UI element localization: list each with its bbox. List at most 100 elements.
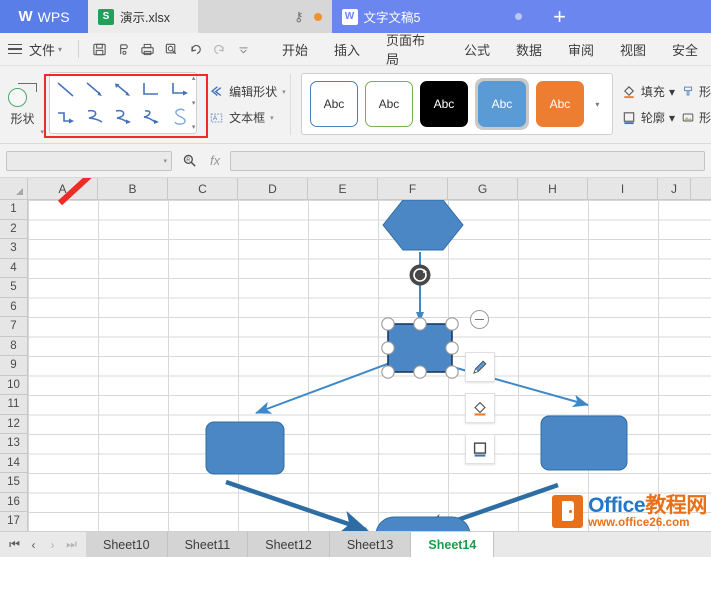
print-preview-icon[interactable] <box>111 38 135 60</box>
gallery-item-curved-arrow-connector[interactable] <box>109 103 137 130</box>
column-header-a[interactable]: A <box>28 178 98 199</box>
menu-item-view[interactable]: 视图 <box>607 40 659 59</box>
fill-bucket-icon[interactable] <box>465 393 495 423</box>
gallery-scrollbar[interactable]: ▴ ▾ ▾ <box>188 72 199 134</box>
key-icon[interactable]: ⚷ <box>294 9 304 25</box>
document-tab-excel[interactable]: S 演示.xlsx <box>88 0 198 33</box>
style-swatch-5[interactable]: Abc <box>535 81 584 127</box>
column-header-g[interactable]: G <box>448 178 518 199</box>
shape-chevron-down-icon[interactable]: ▾ <box>41 128 45 136</box>
file-menu-button[interactable]: 文件 <box>29 40 55 59</box>
shape-styles-more-icon[interactable]: ▾ <box>591 73 604 135</box>
outline-icon[interactable] <box>465 434 495 464</box>
row-header-14[interactable]: 14 <box>0 454 27 473</box>
prev-sheet-icon[interactable]: ‹ <box>25 536 42 553</box>
brush-icon[interactable] <box>465 352 495 382</box>
gallery-item-line-arrow[interactable] <box>80 76 108 103</box>
sheet-tab-sheet12[interactable]: Sheet12 <box>248 532 330 557</box>
column-header-d[interactable]: D <box>238 178 308 199</box>
row-header-1[interactable]: 1 <box>0 200 27 220</box>
menu-item-review[interactable]: 审阅 <box>555 40 607 59</box>
gallery-item-line-plain[interactable] <box>52 76 80 103</box>
row-header-12[interactable]: 12 <box>0 415 27 434</box>
next-sheet-icon[interactable]: › <box>44 536 61 553</box>
column-header-j[interactable]: J <box>658 178 691 199</box>
menu-hamburger-icon[interactable] <box>8 43 22 55</box>
name-box[interactable]: ▾ <box>6 150 172 171</box>
column-header-i[interactable]: I <box>588 178 658 199</box>
first-sheet-icon[interactable]: ⏮ <box>6 536 23 553</box>
shape-styles-gallery[interactable]: Abc Abc Abc Abc Abc ▾ <box>300 73 613 136</box>
style-swatch-4-selected-wrap[interactable]: Abc <box>474 78 529 130</box>
connector-shape-gallery[interactable]: ▴ ▾ ▾ <box>49 72 199 137</box>
row-header-7[interactable]: 7 <box>0 317 27 337</box>
gallery-item-line-double-arrow[interactable] <box>109 76 137 103</box>
row-header-6[interactable]: 6 <box>0 298 27 317</box>
shape-effects-button[interactable]: 形 <box>681 83 711 100</box>
minus-circle-icon[interactable] <box>470 310 489 329</box>
gallery-item-curved-arrow-2[interactable] <box>137 103 165 130</box>
row-header-3[interactable]: 3 <box>0 239 27 259</box>
select-all-corner[interactable] <box>0 178 28 199</box>
fill-button[interactable]: 填充 ▾ <box>621 83 675 100</box>
column-header-e[interactable]: E <box>308 178 378 199</box>
name-box-chevron-down-icon[interactable]: ▾ <box>163 157 167 165</box>
menu-item-data[interactable]: 数据 <box>503 40 555 59</box>
document-tab-word[interactable]: W 文字文稿5 <box>331 0 532 33</box>
column-header-h[interactable]: H <box>518 178 588 199</box>
undo-icon[interactable] <box>183 38 207 60</box>
row-header-10[interactable]: 10 <box>0 376 27 395</box>
gallery-scroll-up-icon[interactable]: ▴ <box>192 75 196 82</box>
menu-item-formula[interactable]: 公式 <box>451 40 503 59</box>
sheet-tab-sheet11[interactable]: Sheet11 <box>167 532 249 557</box>
search-icon[interactable]: R <box>178 153 200 168</box>
style-swatch-2[interactable]: Abc <box>364 81 413 127</box>
cell-area[interactable]: Office教程网 www.office26.com <box>28 200 711 531</box>
row-header-5[interactable]: 5 <box>0 278 27 298</box>
edit-shape-chevron-down-icon[interactable]: ▾ <box>282 88 286 96</box>
column-header-f[interactable]: F <box>378 178 448 199</box>
row-header-11[interactable]: 11 <box>0 395 27 415</box>
column-header-c[interactable]: C <box>168 178 238 199</box>
row-header-13[interactable]: 13 <box>0 434 27 454</box>
outline-button[interactable]: 轮廓 ▾ <box>621 109 675 126</box>
menu-item-insert[interactable]: 插入 <box>321 40 373 59</box>
file-menu-chevron-down-icon[interactable]: ▾ <box>58 45 62 54</box>
sheet-tab-sheet14[interactable]: Sheet14 <box>411 532 495 557</box>
style-swatch-3[interactable]: Abc <box>419 81 468 127</box>
find-icon[interactable] <box>159 38 183 60</box>
gallery-item-elbow-arrow-2[interactable] <box>52 103 80 130</box>
customize-toolbar-icon[interactable] <box>231 38 255 60</box>
wps-logo-button[interactable]: W WPS <box>0 0 88 33</box>
new-tab-button[interactable]: + <box>531 0 588 33</box>
last-sheet-icon[interactable]: ⏭ <box>63 536 80 553</box>
column-header-b[interactable]: B <box>98 178 168 199</box>
sheet-tab-sheet10[interactable]: Sheet10 <box>86 532 168 557</box>
print-icon[interactable] <box>135 38 159 60</box>
sheet-tab-sheet13[interactable]: Sheet13 <box>329 532 412 557</box>
gallery-item-elbow-connector[interactable] <box>137 76 165 103</box>
row-header-8[interactable]: 8 <box>0 337 27 356</box>
gallery-item-curved-connector[interactable] <box>80 103 108 130</box>
style-swatch-1[interactable]: Abc <box>309 81 358 127</box>
menu-item-page-layout[interactable]: 页面布局 <box>373 30 451 68</box>
function-label[interactable]: fx <box>206 153 224 168</box>
gallery-expand-icon[interactable]: ▾ <box>192 124 196 131</box>
gallery-scroll-down-icon[interactable]: ▾ <box>192 100 196 107</box>
save-icon[interactable] <box>87 38 111 60</box>
formula-input[interactable] <box>230 150 705 171</box>
text-box-chevron-down-icon[interactable]: ▾ <box>270 114 274 122</box>
row-header-16[interactable]: 16 <box>0 493 27 512</box>
row-header-4[interactable]: 4 <box>0 259 27 278</box>
shape-gallery-button[interactable]: 形状 ▾ <box>0 66 45 143</box>
row-header-15[interactable]: 15 <box>0 473 27 493</box>
style-swatch-4[interactable]: Abc <box>477 81 526 127</box>
redo-icon[interactable] <box>207 38 231 60</box>
row-header-9[interactable]: 9 <box>0 356 27 376</box>
text-box-button[interactable]: A 文本框 ▾ <box>209 109 286 126</box>
row-header-2[interactable]: 2 <box>0 220 27 239</box>
edit-shape-button[interactable]: 编辑形状 ▾ <box>209 83 286 100</box>
shape-picture-button[interactable]: 形 <box>681 109 711 126</box>
menu-item-security[interactable]: 安全 <box>659 40 711 59</box>
menu-item-home[interactable]: 开始 <box>269 40 321 59</box>
